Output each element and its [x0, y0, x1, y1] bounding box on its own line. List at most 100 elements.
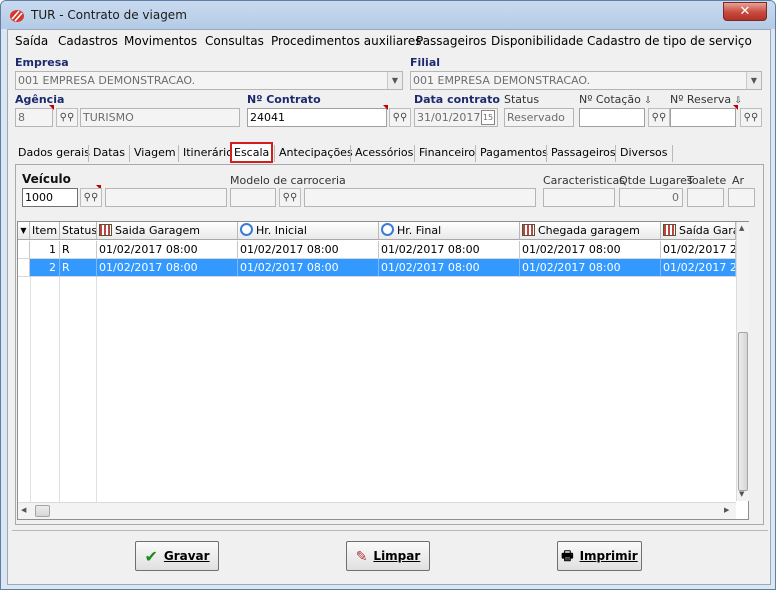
reserva-label: Nº Reserva ⇩ [670, 93, 742, 106]
cell-chegada[interactable]: 01/02/2017 08:00 [520, 259, 661, 277]
imprimir-label: Imprimir [579, 549, 638, 563]
gravar-button[interactable]: ✔ Gravar [135, 541, 219, 571]
veiculo-search-binoculars-icon[interactable]: ⚲⚲ [80, 188, 102, 207]
empresa-dropdown-arrow-icon[interactable]: ▼ [387, 72, 402, 89]
toalete-label: Toalete [687, 174, 727, 187]
scroll-thumb[interactable] [738, 332, 748, 491]
cell-status[interactable]: R [60, 259, 97, 277]
separator [12, 530, 768, 531]
menu-procedimentos-auxiliares[interactable]: Procedimentos auxiliares [271, 34, 421, 48]
col-hr-final[interactable]: Hr. Final [379, 222, 520, 240]
carroceria-code-field[interactable] [230, 188, 276, 207]
scroll-down-arrow-icon[interactable]: ▼ [739, 490, 744, 498]
col-item[interactable]: Item [30, 222, 60, 240]
window-title: TUR - Contrato de viagem [31, 8, 187, 22]
agencia-code-field[interactable]: 8 [15, 108, 53, 127]
col-saida-garagem-2[interactable]: Saída Garag [661, 222, 736, 240]
cell-item[interactable]: 2 [30, 259, 60, 277]
menu-passageiros[interactable]: Passageiros [416, 34, 487, 48]
col-saida-garagem-2-label: Saída Garag [679, 224, 735, 237]
tab-dados-gerais[interactable]: Dados gerais [18, 145, 94, 162]
row-indicator [18, 259, 30, 277]
col-hr-final-label: Hr. Final [397, 224, 442, 237]
escala-grid[interactable]: ▼ Item Status Saida Garagem Hr. Inicial … [17, 221, 749, 520]
tab-acessorios[interactable]: Acessórios [350, 145, 417, 162]
col-hr-inicial[interactable]: Hr. Inicial [238, 222, 379, 240]
tab-itinerario[interactable]: Itinerário [178, 145, 237, 162]
cotacao-label-text: Nº Cotação [579, 93, 641, 106]
data-contrato-label: Data contrato [414, 93, 500, 106]
imprimir-button[interactable]: 🖶 Imprimir [557, 541, 642, 571]
tab-datas[interactable]: Datas [88, 145, 129, 162]
grid-menu-arrow-icon[interactable]: ▼ [18, 222, 30, 240]
cotacao-label: Nº Cotação ⇩ [579, 93, 652, 106]
menu-consultas[interactable]: Consultas [205, 34, 264, 48]
scroll-up-arrow-icon[interactable]: ▲ [739, 224, 744, 232]
calendar-grid-icon [663, 224, 676, 236]
required-marker [383, 105, 388, 110]
ar-label: Ar [732, 174, 745, 187]
cell-saida[interactable]: 01/02/2017 08:00 [97, 259, 238, 277]
cotacao-search-binoculars-icon[interactable]: ⚲⚲ [648, 108, 670, 127]
cell-status[interactable]: R [60, 241, 97, 259]
cell-inicial[interactable]: 01/02/2017 08:00 [238, 241, 379, 259]
veiculo-field[interactable]: 1000 [22, 188, 78, 207]
col-chegada-garagem[interactable]: Chegada garagem [520, 222, 661, 240]
menu-cadastros[interactable]: Cadastros [58, 34, 118, 48]
data-contrato-field[interactable]: 31/01/2017 15 [414, 108, 498, 127]
reserva-search-binoculars-icon[interactable]: ⚲⚲ [740, 108, 762, 127]
close-button[interactable]: ✕ [723, 2, 767, 21]
cell-saida[interactable]: 01/02/2017 08:00 [97, 241, 238, 259]
cell-saida-2[interactable]: 01/02/2017 22:0 [661, 241, 736, 259]
menu-movimentos[interactable]: Movimentos [124, 34, 197, 48]
cell-saida-2[interactable]: 01/02/2017 22:0 [661, 259, 736, 277]
tab-passageiros[interactable]: Passageiros [546, 145, 620, 162]
tab-financeiro[interactable]: Financeiro [414, 145, 479, 162]
reserva-field[interactable] [670, 108, 736, 127]
grid-vertical-scrollbar[interactable]: ▲ ▼ [736, 222, 749, 501]
cell-final[interactable]: 01/02/2017 08:00 [379, 241, 520, 259]
cell-inicial[interactable]: 01/02/2017 08:00 [238, 259, 379, 277]
tab-antecipacoes[interactable]: Antecipações [274, 145, 357, 162]
col-saida-garagem[interactable]: Saida Garagem [97, 222, 238, 240]
menu-cadastro-tipo-servico[interactable]: Cadastro de tipo de serviço [587, 34, 752, 48]
col-status[interactable]: Status [60, 222, 97, 240]
menu-saida[interactable]: Saída [15, 34, 48, 48]
limpar-button[interactable]: ✎ Limpar [346, 541, 430, 571]
cell-item[interactable]: 1 [30, 241, 60, 259]
carroceria-description-field [304, 188, 536, 207]
lugares-label: Qtde Lugares [619, 174, 693, 187]
app-logo-icon [10, 10, 24, 22]
carroceria-search-binoculars-icon[interactable]: ⚲⚲ [279, 188, 301, 207]
cell-final[interactable]: 01/02/2017 08:00 [379, 259, 520, 277]
menu-disponibilidade[interactable]: Disponibilidade [491, 34, 583, 48]
title-bar[interactable]: TUR - Contrato de viagem ✕ [1, 1, 775, 29]
cotacao-field[interactable] [579, 108, 645, 127]
contrato-field[interactable]: 24041 [247, 108, 387, 127]
grid-horizontal-scrollbar[interactable]: ◀ ▶ [18, 502, 736, 519]
tab-viagem[interactable]: Viagem [129, 145, 180, 162]
contrato-label: Nº Contrato [247, 93, 321, 106]
filial-dropdown-arrow-icon[interactable]: ▼ [746, 72, 761, 89]
tab-pagamentos[interactable]: Pagamentos [475, 145, 552, 162]
tab-escala[interactable]: Escala [230, 142, 274, 163]
status-field: Reservado [504, 108, 574, 127]
required-marker [49, 105, 54, 110]
scroll-thumb[interactable] [35, 505, 50, 517]
tab-diversos[interactable]: Diversos [615, 145, 673, 162]
scroll-left-arrow-icon[interactable]: ◀ [21, 506, 26, 514]
ar-field [728, 188, 755, 207]
empresa-label: Empresa [15, 56, 69, 69]
clock-icon [240, 223, 253, 236]
application-window: TUR - Contrato de viagem ✕ Saída Cadastr… [0, 0, 776, 590]
cell-chegada[interactable]: 01/02/2017 08:00 [520, 241, 661, 259]
empresa-combo[interactable]: 001 EMPRESA DEMONSTRACAO. ▼ [15, 71, 403, 90]
limpar-label: Limpar [373, 549, 421, 563]
filial-combo[interactable]: 001 EMPRESA DEMONSTRACAO. ▼ [410, 71, 762, 90]
gravar-label: Gravar [163, 549, 210, 563]
contrato-search-binoculars-icon[interactable]: ⚲⚲ [389, 108, 411, 127]
agencia-search-binoculars-icon[interactable]: ⚲⚲ [56, 108, 78, 127]
calendar-icon[interactable]: 15 [481, 110, 495, 125]
scroll-right-arrow-icon[interactable]: ▶ [724, 506, 729, 514]
main-client-area: Saída Cadastros Movimentos Consultas Pro… [7, 29, 771, 585]
